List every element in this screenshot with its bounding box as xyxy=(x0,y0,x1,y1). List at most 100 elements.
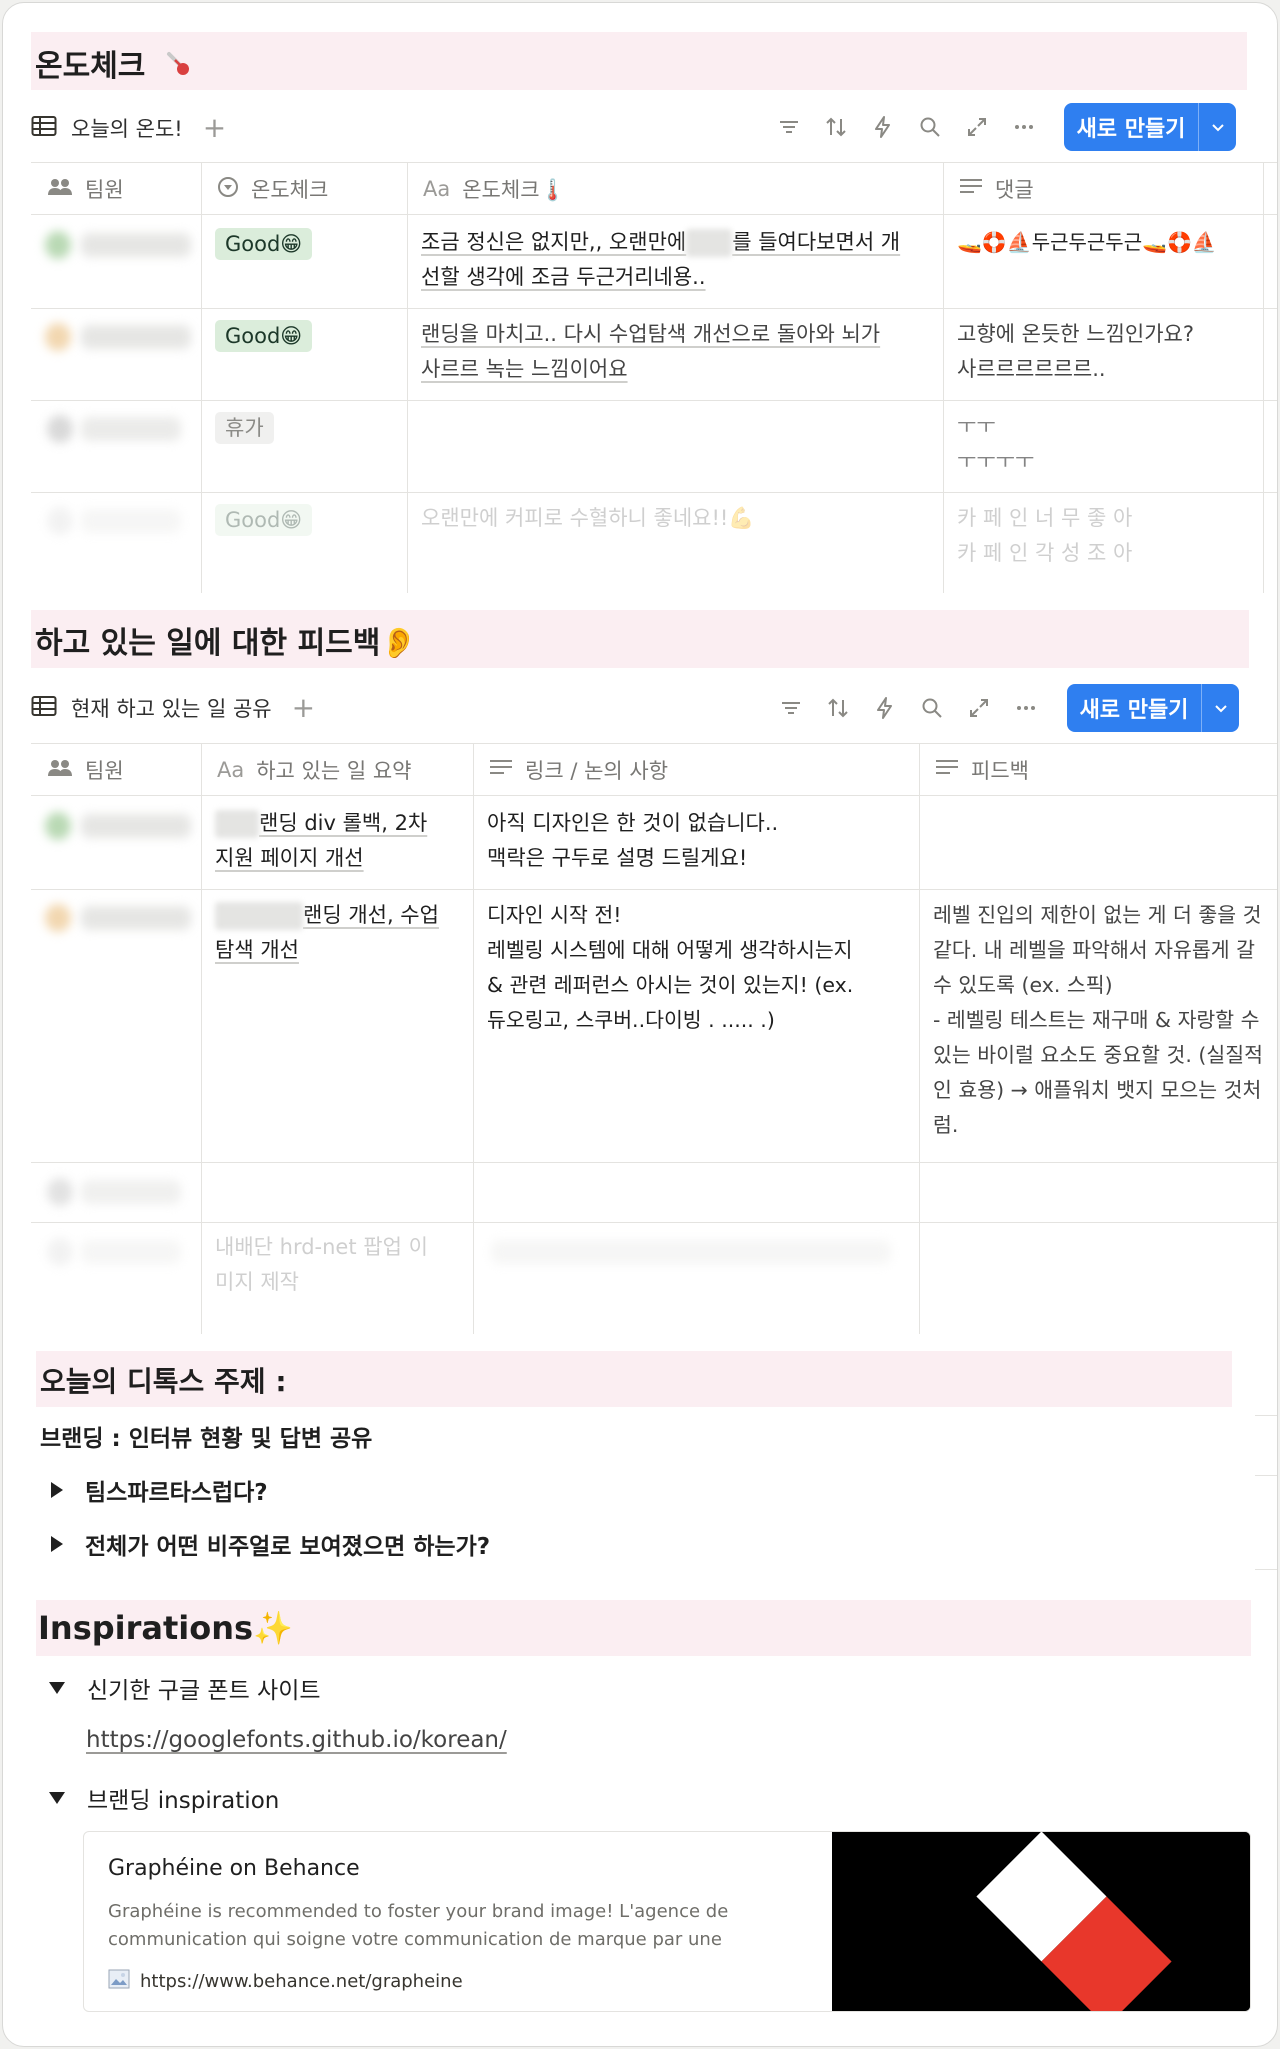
comment-text: ㅜㅜㅜㅜ xyxy=(957,449,1035,473)
status-badge[interactable]: 휴가 xyxy=(215,411,274,446)
text-lines-icon xyxy=(489,758,513,783)
new-button-1[interactable]: 새로 만들기 xyxy=(1064,103,1236,151)
search-icon[interactable] xyxy=(918,115,942,139)
avatar xyxy=(45,904,71,932)
col-header-member[interactable]: 팀원 xyxy=(31,163,201,215)
toggle-item[interactable]: 브랜딩 inspiration xyxy=(49,1781,279,1815)
redacted-text xyxy=(215,902,303,930)
col-label: 댓글 xyxy=(995,178,1034,202)
text-type-icon: Aa xyxy=(217,758,245,782)
thermometer-icon xyxy=(162,49,192,87)
title-cell[interactable]: 랜딩을 마치고.. 다시 수업탐색 개선으로 돌아와 뇌가 사르르 녹는 느낌이… xyxy=(421,317,931,387)
status-badge[interactable]: Good😁 xyxy=(215,319,313,354)
summary-text: 탐색 개선 xyxy=(215,938,299,962)
comment-cell[interactable]: ㅜㅜ ㅜㅜㅜㅜ xyxy=(957,409,1257,479)
expand-icon[interactable] xyxy=(967,696,991,720)
toolbar-actions-1 xyxy=(777,115,1036,139)
new-button-label: 새로 만들기 xyxy=(1079,698,1189,723)
bookmark-thumbnail xyxy=(832,1832,1250,2011)
expanded-toggle-icon[interactable] xyxy=(49,1682,65,1694)
summary-text: 미지 제작 xyxy=(215,1270,299,1294)
title-cell[interactable]: 조금 정신은 없지만,, 오랜만에 를 들여다보면서 개 선할 생각에 조금 두근… xyxy=(421,225,931,295)
description-line: communication qui soigne votre communica… xyxy=(108,1929,722,1950)
col-label: 팀원 xyxy=(85,178,124,202)
feedback-cell[interactable]: 레벨 진입의 제한이 없는 게 더 좋을 것 같다. 내 레벨을 파악해서 자유… xyxy=(933,898,1277,1143)
title-text: 오랜만에 커피로 수혈하니 좋네요!!💪 xyxy=(421,506,755,530)
col-header-summary[interactable]: Aa 하고 있는 일 요약 xyxy=(201,744,473,796)
col-header-member[interactable]: 팀원 xyxy=(31,744,201,796)
divider xyxy=(1255,1475,1277,1476)
title-text: 를 들여다보면서 개 xyxy=(732,230,901,254)
toggle-label: 신기한 구글 폰트 사이트 xyxy=(87,1678,321,1704)
title-cell[interactable]: 오랜만에 커피로 수혈하니 좋네요!!💪 xyxy=(421,501,931,536)
toggle-item[interactable]: 전체가 어떤 비주얼로 보여졌으면 하는가? xyxy=(51,1527,490,1561)
lightning-icon[interactable] xyxy=(873,696,897,720)
notes-text: 레벨링 시스템에 대해 어떻게 생각하시는지 xyxy=(487,938,853,962)
sort-icon[interactable] xyxy=(826,696,850,720)
comment-text: 카 페 인 각 성 조 아 xyxy=(957,541,1133,565)
summary-cell[interactable]: 내배단 hrd-net 팝업 이 미지 제작 xyxy=(215,1230,465,1300)
sort-icon[interactable] xyxy=(824,115,848,139)
tab-current-work[interactable]: 현재 하고 있는 일 공유 xyxy=(31,693,272,723)
col-header-notes[interactable]: 링크 / 논의 사항 xyxy=(473,744,919,796)
tab-label: 현재 하고 있는 일 공유 xyxy=(71,697,272,721)
divider xyxy=(1255,1415,1277,1416)
status-badge[interactable]: Good😁 xyxy=(215,227,313,262)
col-header-status[interactable]: 온도체크 xyxy=(201,163,407,215)
work-feedback-table: 팀원 Aa 하고 있는 일 요약 링크 / 논의 사항 피드백 랜딩 div 롤… xyxy=(31,743,1277,1334)
lightning-icon[interactable] xyxy=(871,115,895,139)
col-header-title[interactable]: Aa 온도체크🌡️ xyxy=(407,163,943,215)
notes-text: & 관련 레퍼런스 아시는 것이 있는지! (ex. xyxy=(487,973,854,997)
col-header-comment[interactable]: 댓글 xyxy=(943,163,1263,215)
people-icon xyxy=(47,177,73,202)
comment-cell[interactable]: 🚤🛟⛵두근두근두근🚤🛟⛵ xyxy=(957,225,1257,260)
summary-cell[interactable]: 랜딩 개선, 수업 탐색 개선 xyxy=(215,898,465,968)
title-text: 랜딩을 마치고.. 다시 수업탐색 개선으로 돌아와 뇌가 xyxy=(421,322,881,346)
chevron-down-icon[interactable] xyxy=(1198,103,1236,151)
redacted-text xyxy=(215,810,259,838)
member-name xyxy=(81,325,191,349)
tab-label: 오늘의 온도! xyxy=(71,117,183,141)
chevron-down-icon[interactable] xyxy=(1201,684,1239,732)
expand-icon[interactable] xyxy=(965,115,989,139)
heading-text: Inspirations✨ xyxy=(38,1609,293,1647)
description-line: Graphéine is recommended to foster your … xyxy=(108,1901,729,1922)
section-band-temperature xyxy=(31,32,1247,90)
notes-cell[interactable]: 아직 디자인은 한 것이 없습니다.. 맥락은 구두로 설명 드릴게요! xyxy=(487,806,907,876)
tab-today-temperature[interactable]: 오늘의 온도! xyxy=(31,113,183,143)
comment-cell[interactable]: 고향에 온듯한 느낌인가요? 사르르르르르르.. xyxy=(957,317,1257,387)
filter-icon[interactable] xyxy=(779,696,803,720)
table-header: 팀원 Aa 하고 있는 일 요약 링크 / 논의 사항 피드백 xyxy=(31,744,1277,796)
more-icon[interactable] xyxy=(1012,115,1036,139)
status-icon xyxy=(217,176,239,203)
tag-label: 휴가 xyxy=(215,412,274,444)
more-icon[interactable] xyxy=(1014,696,1038,720)
status-badge[interactable]: Good😁 xyxy=(215,503,313,538)
search-icon[interactable] xyxy=(920,696,944,720)
toggle-item[interactable]: 신기한 구글 폰트 사이트 xyxy=(49,1671,321,1705)
col-header-feedback[interactable]: 피드백 xyxy=(919,744,1277,796)
toggle-item[interactable]: 팀스파르타스럽다? xyxy=(51,1473,268,1507)
bookmark-card[interactable]: Graphéine on Behance Graphéine is recomm… xyxy=(83,1831,1251,2012)
link[interactable]: https://googlefonts.github.io/korean/ xyxy=(86,1727,507,1753)
collapsed-toggle-icon[interactable] xyxy=(51,1482,63,1498)
toggle-label: 브랜딩 inspiration xyxy=(87,1788,280,1814)
link-text[interactable]: https://googlefonts.github.io/korean/ xyxy=(86,1727,507,1753)
comment-cell[interactable]: 카 페 인 너 무 좋 아 카 페 인 각 성 조 아 xyxy=(957,501,1257,571)
temperature-table: 팀원 온도체크 Aa 온도체크🌡️ 댓글 Good😁 조금 정신은 없지만,, … xyxy=(31,162,1277,593)
new-button-2[interactable]: 새로 만들기 xyxy=(1067,684,1239,732)
collapsed-toggle-icon[interactable] xyxy=(51,1536,63,1552)
add-view-button[interactable]: + xyxy=(203,114,226,142)
expanded-toggle-icon[interactable] xyxy=(49,1792,65,1804)
summary-cell[interactable]: 랜딩 div 롤백, 2차 지원 페이지 개선 xyxy=(215,806,465,876)
add-view-button[interactable]: + xyxy=(292,694,315,722)
avatar xyxy=(47,507,73,535)
comment-text: 🚤🛟⛵두근두근두근🚤🛟⛵ xyxy=(957,230,1217,254)
col-label: 하고 있는 일 요약 xyxy=(256,759,412,783)
toggle-label: 전체가 어떤 비주얼로 보여졌으면 하는가? xyxy=(85,1534,491,1560)
notes-cell[interactable]: 디자인 시작 전! 레벨링 시스템에 대해 어떻게 생각하시는지 & 관련 레퍼… xyxy=(487,898,912,1038)
row-divider xyxy=(31,889,1277,890)
col-divider xyxy=(943,163,944,593)
filter-icon[interactable] xyxy=(777,115,801,139)
divider xyxy=(1255,1569,1277,1570)
